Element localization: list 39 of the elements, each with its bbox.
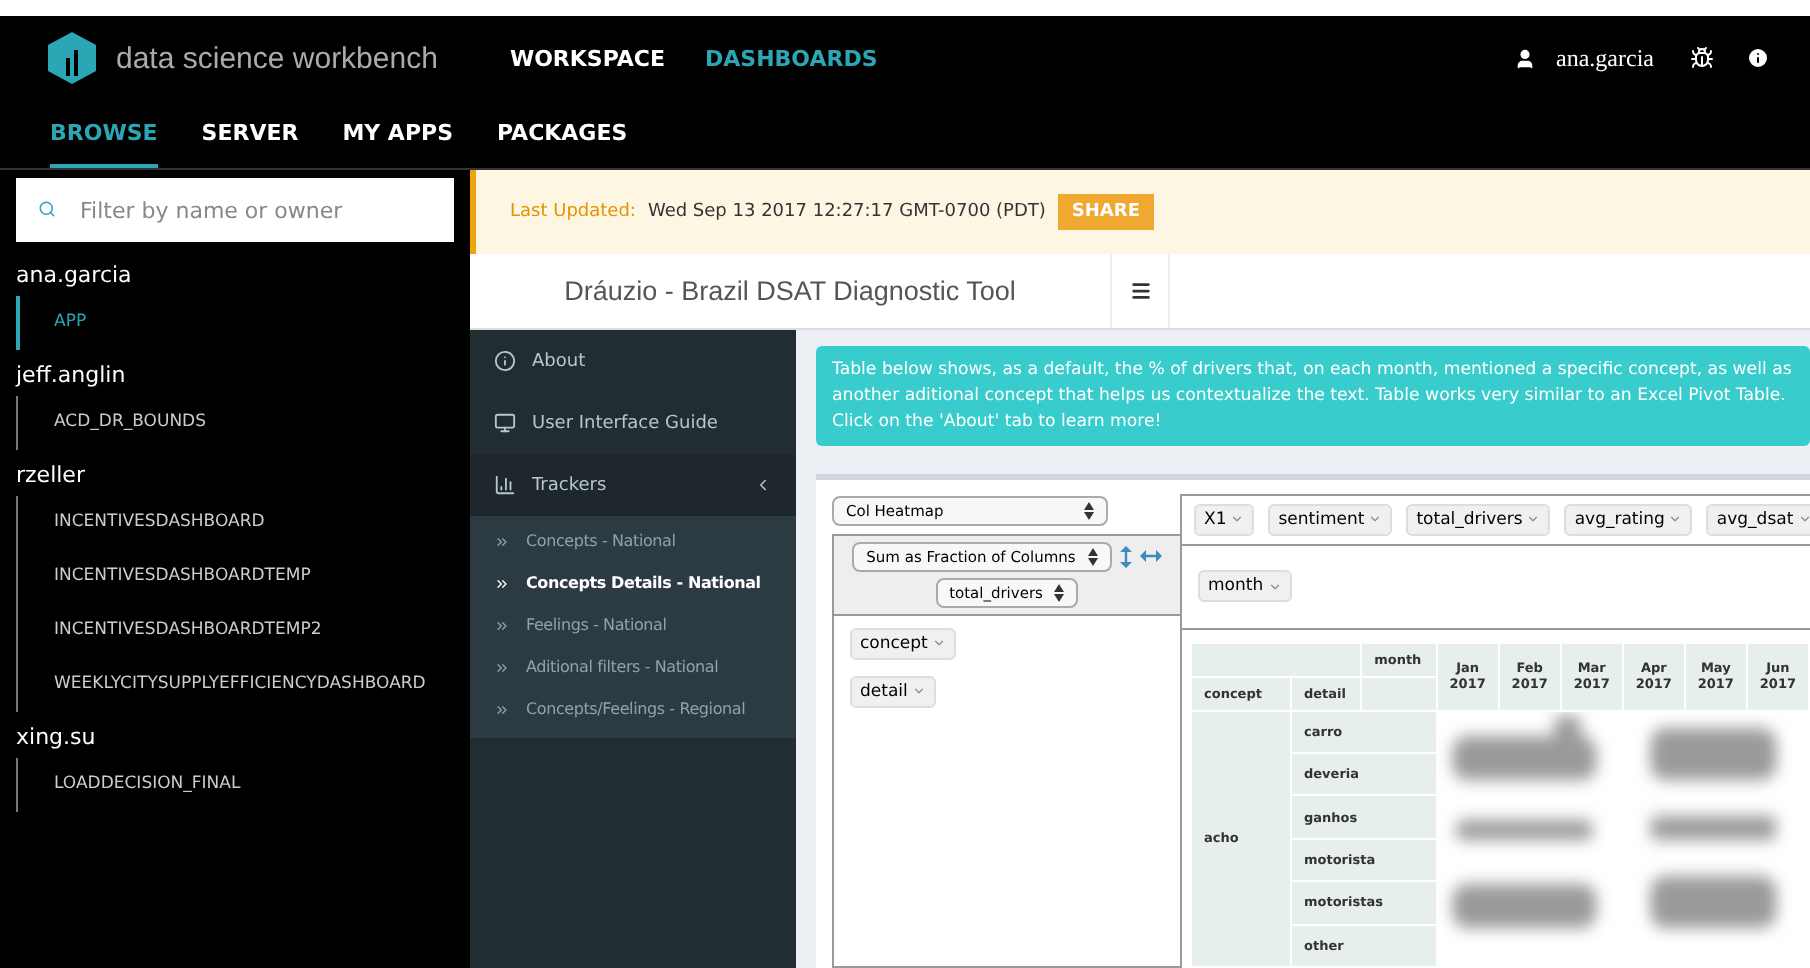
nav-link[interactable]: DASHBOARDS (705, 45, 878, 71)
info-callout: Table below shows, as a default, the % of drivers that, on each month, mentioned a specific concept, as well as another aditional concept that helps us contextualize the text. Table works very similar to an Excel Pivot Table. Click on the 'About' tab to learn more! (816, 346, 1810, 446)
app-link[interactable]: INCENTIVESDASHBOARDTEMP2 (16, 604, 454, 658)
col-field[interactable]: month (1198, 570, 1292, 603)
update-time: Wed Sep 13 2017 12:27:17 GMT-0700 (PDT) (647, 202, 1046, 222)
owner-name: ana.garcia (16, 260, 134, 292)
submenu-item[interactable]: Aditional filters - National (470, 646, 796, 688)
owner-name: xing.su (16, 722, 98, 754)
nav-tab[interactable]: MY APPS (342, 100, 453, 168)
menu-item[interactable]: Trackers (470, 454, 796, 516)
app-title: Dráuzio - Brazil DSAT Diagnostic Tool (564, 276, 1016, 306)
submenu-item[interactable]: Feelings - National (470, 604, 796, 646)
nav-link[interactable]: WORKSPACE (509, 45, 665, 71)
brand-name: data science workbench (116, 41, 438, 75)
update-label: Last Updated: (510, 202, 636, 222)
submenu-item[interactable]: Concepts - National (470, 520, 796, 562)
app-link[interactable]: ACD_DR_BOUNDS (16, 396, 454, 450)
submenu-item[interactable]: Concepts/Feelings - Regional (470, 688, 796, 730)
app-link[interactable]: WEEKLYCITYSUPPLYEFFICIENCYDASHBOARD (16, 658, 454, 712)
field-pill[interactable]: total_drivers (1406, 503, 1551, 536)
row-field[interactable]: concept (850, 627, 956, 660)
app-link[interactable]: LOADDECISION_FINAL (16, 758, 454, 812)
owner-name: rzeller (16, 460, 87, 492)
app-link[interactable]: APP (16, 296, 454, 350)
search-field[interactable]: Filter by name or owner (16, 178, 454, 242)
field-pill[interactable]: sentiment (1268, 503, 1393, 536)
field-pill[interactable]: X1 (1194, 503, 1255, 536)
row-field[interactable]: detail (850, 675, 936, 708)
field-pill[interactable]: avg_rating (1564, 503, 1693, 536)
app-link[interactable]: INCENTIVESDASHBOARDTEMP (16, 550, 454, 604)
field-pill[interactable]: avg_dsat (1706, 503, 1810, 536)
menu-item[interactable]: About (470, 330, 796, 392)
menu-item[interactable]: User Interface Guide (470, 392, 796, 454)
user-name[interactable]: ana.garcia (1556, 43, 1654, 73)
submenu-item[interactable]: Concepts Details - National (470, 562, 796, 604)
app-link[interactable]: INCENTIVESDASHBOARD (16, 496, 454, 550)
nav-tab[interactable]: SERVER (201, 100, 299, 168)
owner-name: jeff.anglin (16, 360, 128, 392)
nav-tab[interactable]: PACKAGES (497, 100, 628, 168)
